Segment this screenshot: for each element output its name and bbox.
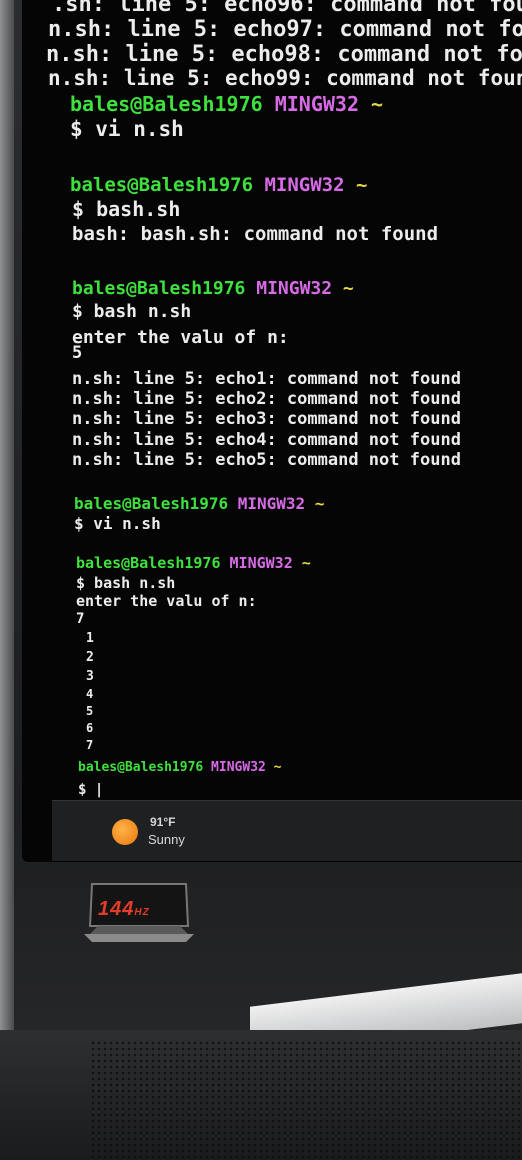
prompt-host: MINGW32 — [253, 174, 345, 196]
weather-temperature[interactable]: 91°F — [150, 815, 175, 829]
prompt-host: MINGW32 — [245, 278, 333, 299]
weather-condition[interactable]: Sunny — [148, 832, 185, 847]
taskbar: 91°F Sunny — [52, 800, 522, 861]
terminal-line: bash: bash.sh: command not found — [72, 223, 439, 245]
refresh-rate-badge: 144HZ — [84, 880, 194, 944]
terminal-line: $ vi n.sh — [70, 117, 184, 141]
prompt-path: ~ — [332, 278, 354, 299]
terminal-line: 7 — [76, 611, 85, 627]
refresh-rate-value: 144 — [98, 898, 135, 920]
prompt-host: MINGW32 — [262, 92, 359, 116]
terminal-prompt: bales@Balesh1976 MINGW32 ~ — [70, 94, 383, 114]
terminal-prompt: bales@Balesh1976 MINGW32 ~ — [72, 280, 354, 298]
terminal-line: 4 — [86, 687, 94, 701]
terminal-prompt: bales@Balesh1976 MINGW32 ~ — [76, 556, 311, 571]
terminal-line: n.sh: line 5: echo5: command not found — [72, 450, 461, 470]
sun-icon[interactable] — [112, 819, 138, 845]
refresh-rate-unit: HZ — [134, 907, 150, 918]
terminal-line: 5 — [86, 704, 94, 718]
laptop-edge — [0, 0, 14, 1160]
terminal-line: n.sh: line 5: echo4: command not found — [72, 430, 461, 450]
terminal-line: n.sh: line 5: echo3: command not found — [72, 409, 461, 429]
terminal-line: n.sh: line 5: echo98: command not found — [46, 42, 522, 67]
terminal-line: $ bash.sh — [72, 197, 181, 221]
prompt-user: bales@Balesh1976 — [76, 554, 221, 572]
prompt-user: bales@Balesh1976 — [72, 278, 246, 299]
terminal-prompt: bales@Balesh1976 MINGW32 ~ — [74, 496, 324, 512]
prompt-path: ~ — [265, 760, 282, 775]
speaker-grill — [90, 1040, 522, 1160]
terminal-line: enter the valu of n: — [76, 592, 257, 610]
terminal-line: .sh: line 5: echo96: command not found — [52, 0, 522, 17]
prompt-path: ~ — [344, 174, 368, 196]
prompt-user: bales@Balesh1976 — [78, 760, 204, 775]
prompt-host: MINGW32 — [228, 494, 306, 513]
terminal-line: 6 — [86, 721, 94, 735]
terminal-line: n.sh: line 5: echo99: command not found — [48, 66, 522, 90]
laptop-screen: .sh: line 5: echo96: command not found n.… — [22, 0, 522, 862]
terminal-line: 7 — [86, 738, 94, 752]
prompt-user: bales@Balesh1976 — [70, 174, 254, 196]
prompt-user: bales@Balesh1976 — [70, 92, 263, 116]
terminal-line: $ bash n.sh — [76, 574, 176, 592]
terminal-line: $ vi n.sh — [74, 514, 161, 533]
terminal-prompt: bales@Balesh1976 MINGW32 ~ — [78, 761, 282, 774]
terminal-line: enter the valu of n: — [72, 327, 289, 348]
terminal-line: n.sh: line 5: echo2: command not found — [72, 389, 461, 409]
prompt-path: ~ — [292, 554, 311, 572]
prompt-user: bales@Balesh1976 — [74, 494, 229, 513]
terminal-line: $ | — [78, 782, 104, 798]
terminal-prompt: bales@Balesh1976 MINGW32 ~ — [70, 176, 367, 195]
terminal-line: 1 — [86, 631, 94, 646]
terminal-line: n.sh: line 5: echo1: command not found — [72, 369, 461, 389]
terminal-line: 3 — [86, 669, 94, 684]
terminal-line: n.sh: line 5: echo97: command not found — [48, 17, 522, 42]
prompt-host: MINGW32 — [220, 554, 293, 572]
prompt-path: ~ — [358, 92, 384, 116]
terminal-line: 5 — [72, 343, 83, 363]
prompt-path: ~ — [305, 494, 325, 513]
terminal-line: 2 — [86, 650, 94, 665]
prompt-host: MINGW32 — [203, 760, 266, 775]
terminal-window[interactable]: .sh: line 5: echo96: command not found n.… — [22, 0, 522, 800]
terminal-line: $ bash n.sh — [72, 301, 192, 322]
